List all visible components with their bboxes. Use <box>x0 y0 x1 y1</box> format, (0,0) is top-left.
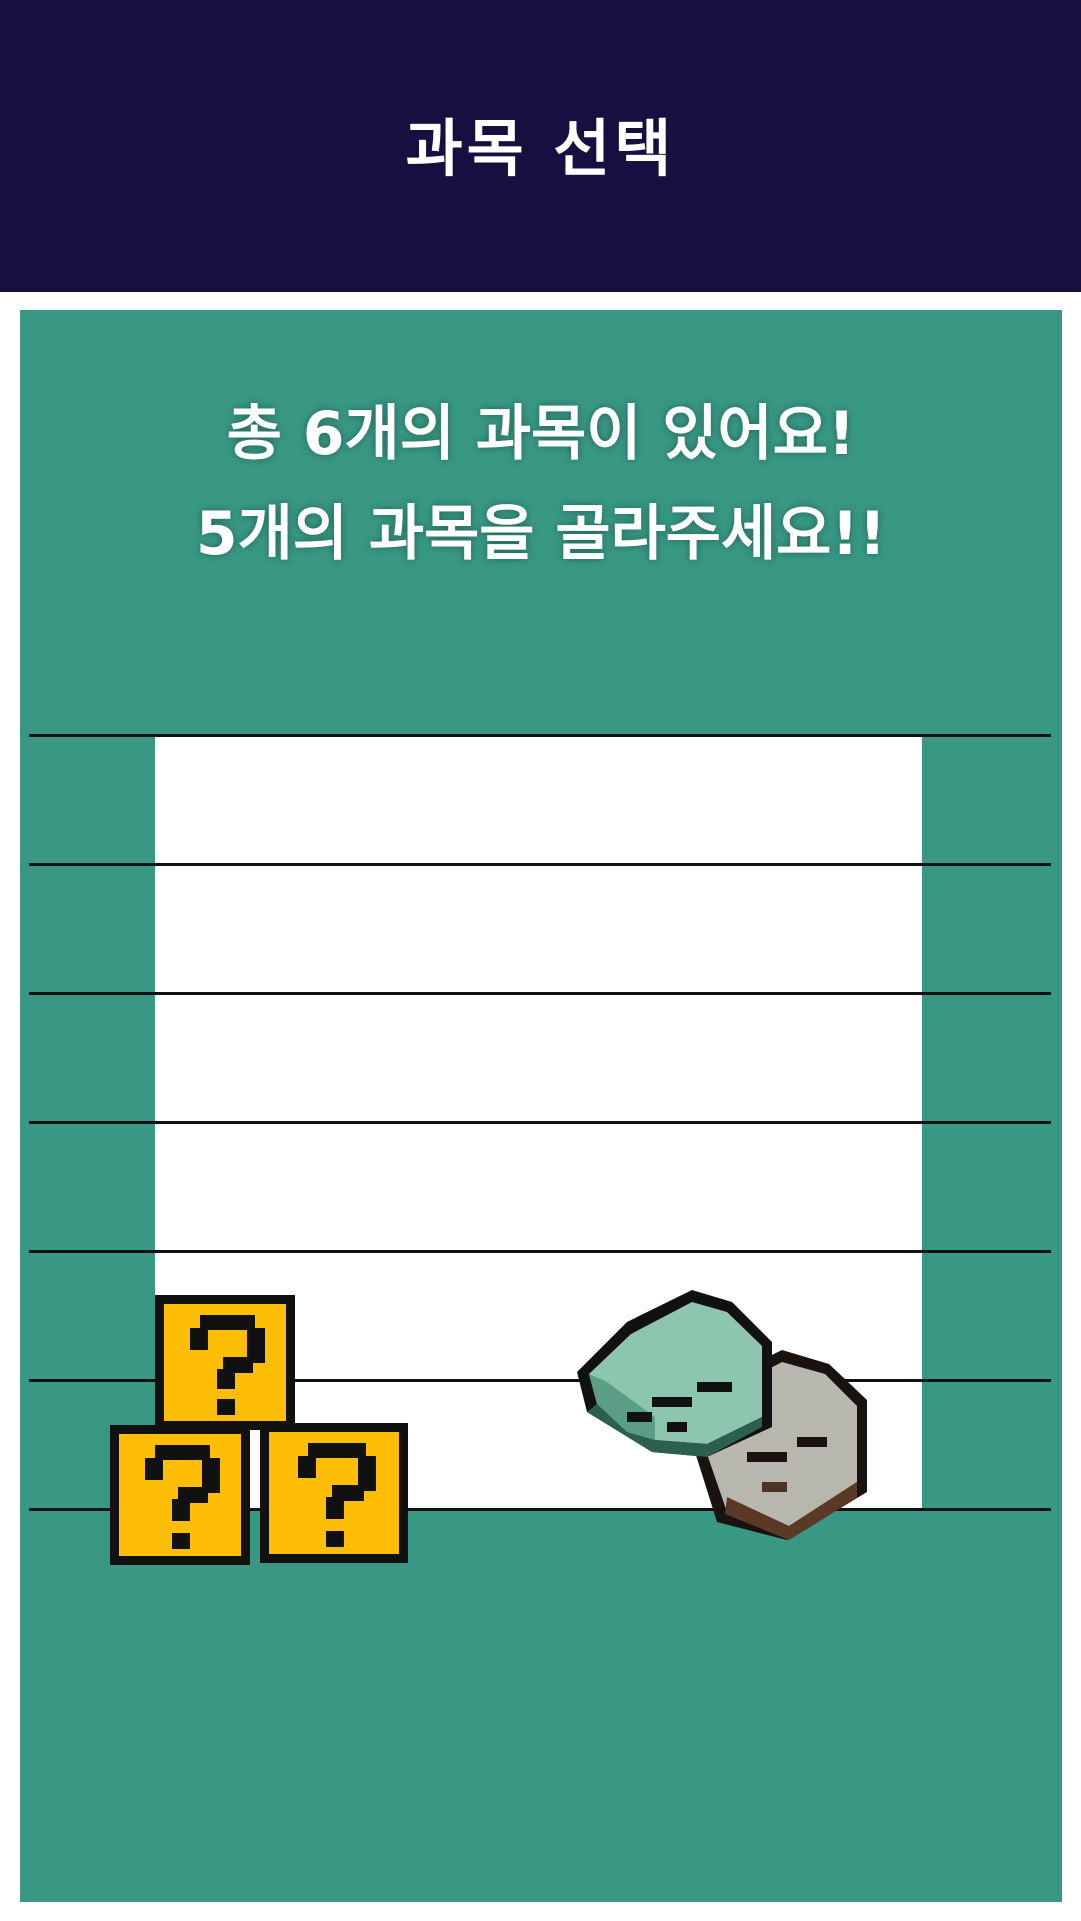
subject-slot-4[interactable] <box>155 1124 922 1250</box>
subject-slot-1[interactable] <box>155 737 922 863</box>
subject-row <box>29 863 1051 992</box>
header-bar: 과목 선택 <box>0 0 1081 292</box>
question-block-icon <box>110 1295 408 1565</box>
subject-row <box>29 992 1051 1121</box>
intro-line-2: 5개의 과목을 골라주세요!! <box>195 499 887 569</box>
intro-line-1: 총 6개의 과목이 있어요! <box>226 399 856 469</box>
subject-panel: 총 6개의 과목이 있어요! 5개의 과목을 골라주세요!! <box>20 310 1062 1902</box>
books-icon <box>577 1290 867 1540</box>
subject-slot-2[interactable] <box>155 866 922 992</box>
page-title: 과목 선택 <box>405 112 676 185</box>
subject-row <box>29 734 1051 863</box>
subject-row <box>29 1121 1051 1250</box>
subject-slot-3[interactable] <box>155 995 922 1121</box>
